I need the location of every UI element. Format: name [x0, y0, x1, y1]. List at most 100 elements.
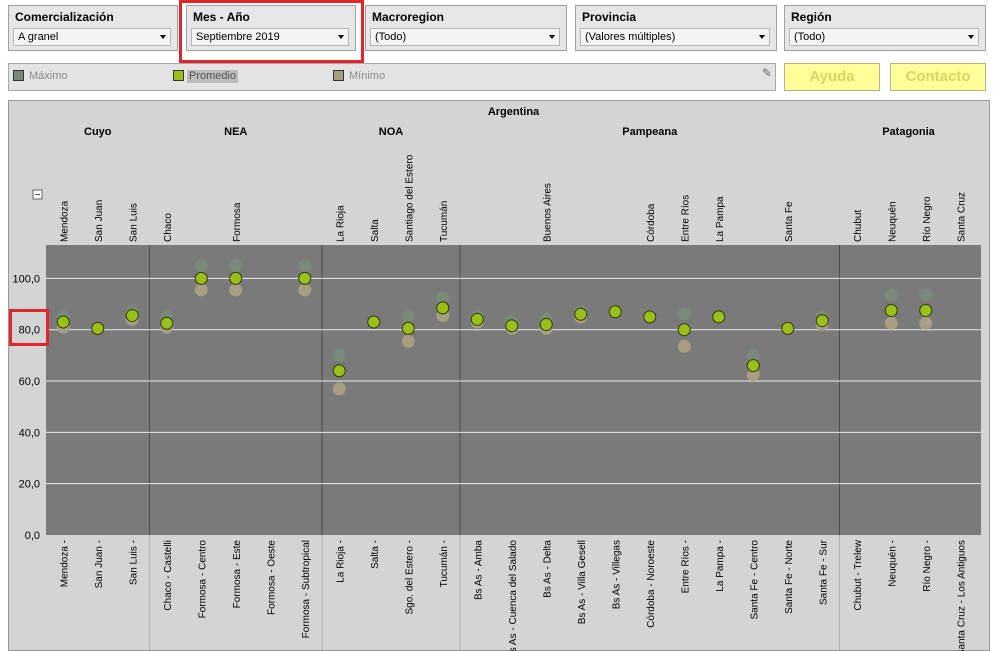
y-tick-label: 20,0: [19, 479, 40, 491]
help-button[interactable]: Ayuda: [784, 63, 880, 91]
chevron-down-icon: [968, 35, 974, 39]
zone-label: Bs As - Cuenca del Salado: [508, 540, 519, 651]
zone-label: Río Negro -: [922, 540, 933, 592]
marker-minimo: [332, 382, 346, 396]
zone-label: Santa Fe - Centro: [749, 540, 760, 620]
marker-promedio: [298, 271, 312, 285]
province-label: La Pampa: [715, 196, 726, 242]
marker-maximo: [298, 259, 312, 273]
marker-minimo: [884, 316, 898, 330]
province-label: Santiago del Estero: [404, 154, 415, 242]
province-label: Salta: [370, 219, 381, 242]
marker-promedio: [56, 315, 70, 329]
marker-promedio: [815, 314, 829, 328]
marker-maximo: [884, 288, 898, 302]
province-label: La Rioja: [335, 205, 346, 242]
region-label: Patagonia: [882, 126, 935, 138]
province-label: Tucumán: [439, 201, 450, 242]
mes-anio-highlight: [179, 0, 364, 63]
marker-minimo: [229, 283, 243, 297]
marker-promedio: [367, 315, 381, 329]
zone-label: Formosa - Centro: [197, 540, 208, 619]
marker-promedio: [91, 321, 105, 335]
zone-label: San Juan -: [94, 540, 105, 588]
zone-label: Formosa - Subtropical: [301, 540, 312, 638]
legend-label-minimo: Mínimo: [349, 70, 386, 82]
marker-promedio: [332, 364, 346, 378]
region-label: NOA: [379, 126, 404, 138]
zone-label: Córdoba - Noroeste: [646, 540, 657, 628]
legend-swatch-promedio: [173, 70, 184, 81]
legend-swatch-maximo: [13, 70, 24, 81]
filter-comercializacion: Comercialización A granel: [8, 5, 178, 51]
zone-label: Chubut - Trelew: [853, 539, 864, 610]
marker-promedio: [746, 359, 760, 373]
zone-label: Tucumán -: [439, 540, 450, 587]
province-label: Santa Cruz: [956, 192, 967, 242]
province-label: Río Negro: [922, 196, 933, 242]
zone-label: Formosa - Oeste: [266, 540, 277, 615]
legend-swatch-minimo: [333, 70, 344, 81]
province-label: Chaco: [163, 213, 174, 242]
marker-minimo: [298, 283, 312, 297]
region-label: Pampeana: [622, 126, 678, 138]
y-tick-label: 40,0: [19, 427, 40, 439]
filter-title: Región: [791, 10, 832, 24]
marker-promedio: [229, 271, 243, 285]
dropdown-value: A granel: [18, 31, 59, 43]
marker-promedio: [401, 321, 415, 335]
zone-label: Bs As - Villegas: [611, 540, 622, 609]
marker-maximo: [919, 288, 933, 302]
zone-label: Santa Fe - Norte: [784, 540, 795, 614]
marker-promedio: [125, 309, 139, 323]
dropdown-value: (Todo): [375, 31, 407, 43]
zone-label: Sgo. del Estero -: [404, 540, 415, 614]
filter-region: Región (Todo): [784, 5, 986, 51]
zone-label: Mendoza -: [59, 540, 70, 587]
chart: Argentina Cuyo NEA NOA Pampeana Patagonia − 0,0…: [8, 100, 990, 651]
province-label: Chubut: [853, 210, 864, 242]
marker-maximo: [332, 348, 346, 362]
filter-title: Comercialización: [15, 10, 114, 24]
province-label: Buenos Aires: [542, 183, 553, 242]
legend-label-promedio: Promedio: [187, 70, 239, 83]
contact-button[interactable]: Contacto: [890, 63, 986, 91]
chevron-down-icon: [759, 35, 765, 39]
zone-label: San Luis -: [128, 540, 139, 585]
yaxis-80-highlight: [9, 309, 49, 346]
dropdown-value: (Valores múltiples): [585, 31, 676, 43]
y-tick-label: 0,0: [25, 530, 40, 542]
province-label: Neuquén: [887, 201, 898, 242]
marker-maximo: [194, 259, 208, 273]
province-label: San Luis: [128, 203, 139, 242]
zone-label: Santa Cruz - Los Antiguos: [956, 540, 967, 651]
marker-minimo: [677, 339, 691, 353]
dropdown-value: (Todo): [794, 31, 826, 43]
province-label: Entre Ríos: [680, 195, 691, 242]
marker-promedio: [160, 316, 174, 330]
marker-promedio: [505, 319, 519, 333]
chevron-down-icon: [549, 35, 555, 39]
marker-promedio: [574, 307, 588, 321]
marker-promedio: [436, 301, 450, 315]
zone-label: Formosa - Este: [232, 540, 243, 609]
region-dropdown[interactable]: (Todo): [789, 28, 979, 46]
zone-label: Entre Ríos -: [680, 540, 691, 593]
marker-minimo: [919, 316, 933, 330]
marker-promedio: [712, 310, 726, 324]
province-label: Córdoba: [646, 203, 657, 242]
marker-promedio: [539, 318, 553, 332]
plot-area: [46, 245, 981, 535]
y-tick-label: 100,0: [12, 273, 40, 285]
filter-macroregion: Macroregion (Todo): [365, 5, 567, 51]
zone-label: Bs As - Amba: [473, 540, 484, 600]
provincia-dropdown[interactable]: (Valores múltiples): [580, 28, 770, 46]
region-label: Cuyo: [84, 126, 112, 138]
comercializacion-dropdown[interactable]: A granel: [13, 28, 171, 46]
macroregion-dropdown[interactable]: (Todo): [370, 28, 560, 46]
marker-minimo: [401, 334, 415, 348]
pen-icon[interactable]: ✎: [762, 66, 772, 80]
zone-label: Chaco - Castelli: [163, 540, 174, 611]
legend: Máximo Promedio Mínimo ✎: [8, 63, 776, 91]
legend-label-maximo: Máximo: [29, 70, 68, 82]
